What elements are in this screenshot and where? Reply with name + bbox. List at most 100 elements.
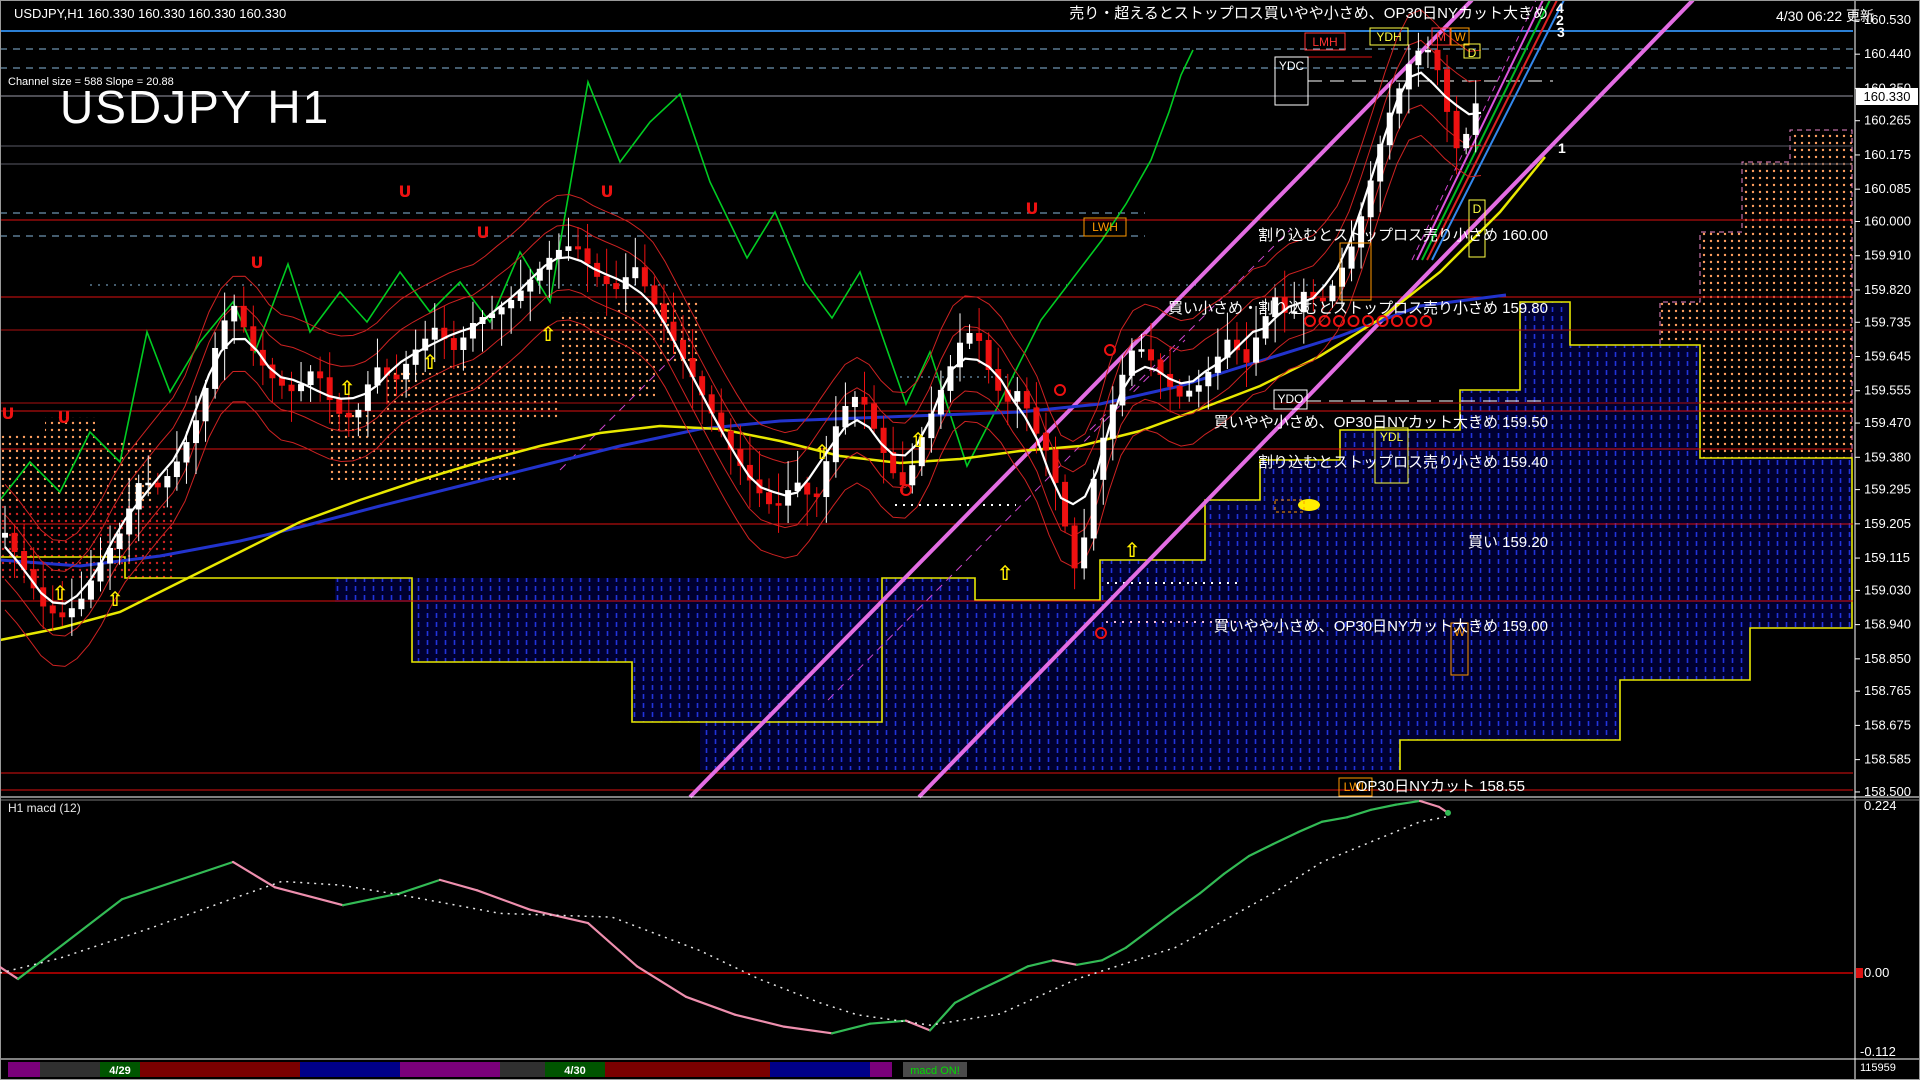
ichimoku-cloud-orange_mid_a — [330, 362, 560, 480]
mt4-chart-window: UUUUUUU⇧⇧⇧⇧⇧⇧⇧⇧⇧LMHYDHMWDYDCLWHYDOYDLDWL… — [0, 0, 1920, 1080]
order-annotation-7: OP30日NYカット 158.55 — [1356, 778, 1525, 795]
macd-line-segment — [1298, 822, 1322, 832]
candle-body — [499, 308, 504, 314]
tag-label-YDO[interactable]: YDO — [1277, 392, 1303, 406]
candle-body — [1416, 51, 1421, 65]
tag-label-D[interactable]: D — [1473, 202, 1482, 216]
candle-body — [604, 276, 609, 283]
candle-body — [308, 372, 313, 385]
axis-tick-label: 160.175 — [1864, 147, 1911, 162]
candle-body — [843, 407, 848, 427]
session-segment[interactable] — [8, 1062, 40, 1077]
yellow-highlight-marker — [1298, 499, 1320, 511]
candle-body — [786, 491, 791, 506]
candle-body — [1024, 392, 1029, 408]
main-chart-canvas[interactable]: UUUUUUU⇧⇧⇧⇧⇧⇧⇧⇧⇧LMHYDHMWDYDCLWHYDOYDLDWL… — [0, 0, 1920, 1080]
last-updated-timestamp: 4/30 06:22 更新 — [1776, 6, 1874, 26]
macd-line-segment — [1151, 911, 1175, 929]
candle-body — [872, 404, 877, 428]
red-circle-marker-icon — [1305, 316, 1315, 326]
candle-body — [1139, 350, 1144, 352]
candle-body — [585, 249, 590, 264]
candle-body — [117, 534, 122, 549]
tag-label-LMH[interactable]: LMH — [1312, 35, 1337, 49]
axis-tick-label: 160.000 — [1864, 213, 1911, 228]
candle-body — [1063, 482, 1068, 526]
tag-label-LWH[interactable]: LWH — [1092, 220, 1118, 234]
candle-body — [318, 372, 323, 378]
axis-tick-label: 159.030 — [1864, 582, 1911, 597]
tag-label-M[interactable]: M — [1436, 30, 1446, 44]
session-segment[interactable] — [40, 1062, 100, 1077]
macd-line-segment — [400, 880, 440, 893]
tag-label-YDH[interactable]: YDH — [1376, 30, 1401, 44]
axis-tick-label: 160.265 — [1864, 113, 1911, 128]
candle-body — [1053, 450, 1058, 482]
candle-body — [1196, 386, 1201, 391]
candle-body — [862, 397, 867, 404]
macd-line-segment — [930, 1003, 955, 1031]
candle-body — [404, 364, 409, 379]
candle-body — [1043, 433, 1048, 450]
axis-tick-label: 159.115 — [1864, 550, 1910, 565]
candle-body — [155, 483, 160, 487]
axis-tick-label: 159.205 — [1864, 516, 1911, 531]
axis-tick-label: 159.555 — [1864, 383, 1911, 398]
candle-body — [833, 427, 838, 462]
candle-body — [576, 247, 581, 249]
macd-line-segment — [440, 880, 477, 890]
candle-body — [289, 385, 294, 390]
session-segment[interactable] — [500, 1062, 545, 1077]
macd-line-segment — [979, 978, 1004, 990]
session-segment[interactable] — [300, 1062, 400, 1077]
candle-body — [1206, 372, 1211, 385]
candle-body — [1435, 50, 1440, 69]
candle-body — [461, 338, 466, 349]
session-segment[interactable] — [770, 1062, 870, 1077]
red-circle-marker-icon — [1421, 316, 1431, 326]
macd-line-segment — [1126, 929, 1151, 948]
macd-line-segment — [588, 923, 637, 966]
axis-tick-label: 159.295 — [1864, 482, 1911, 497]
candle-body — [203, 388, 208, 420]
order-annotation-0: 売り・超えるとストップロス買いやや小さめ、OP30日NYカット大きめ — [1069, 5, 1548, 22]
session-segment[interactable] — [400, 1062, 500, 1077]
candle-body — [814, 494, 819, 497]
macd-line-end-dot — [1445, 810, 1451, 816]
buy-arrow-icon: ⇧ — [910, 428, 927, 452]
macd-line-segment — [1200, 874, 1224, 893]
candle-body — [633, 268, 638, 278]
candle-body — [824, 462, 829, 497]
fan-number-label: 3 — [1557, 24, 1565, 40]
session-segment[interactable] — [140, 1062, 300, 1077]
candle-body — [767, 493, 772, 504]
candle-body — [1330, 286, 1335, 301]
candle-body — [1129, 351, 1134, 375]
candle-body — [12, 533, 17, 551]
session-date-label: 4/29 — [109, 1065, 130, 1077]
candle-body — [1254, 338, 1259, 362]
macd-line-segment — [1347, 810, 1371, 817]
candle-body — [1425, 50, 1430, 52]
macd-line-segment — [1102, 948, 1126, 961]
candle-body — [1349, 247, 1354, 268]
tag-label-YDC[interactable]: YDC — [1279, 59, 1305, 73]
candle-body — [642, 268, 647, 286]
sell-marker-icon: U — [58, 408, 71, 427]
macd-max-label: 0.224 — [1864, 798, 1897, 813]
macd-line-segment — [637, 966, 686, 997]
tag-label-D[interactable]: D — [1468, 46, 1477, 60]
tag-label-W[interactable]: W — [1454, 30, 1466, 44]
macd-line-segment — [1175, 893, 1200, 911]
order-annotation-1: 割り込むとストップロス売り小さめ 160.00 — [1258, 227, 1548, 244]
macd-line-segment — [735, 1015, 784, 1027]
axis-tick-label: 159.735 — [1864, 314, 1911, 329]
session-segment[interactable] — [605, 1062, 770, 1077]
macd-line-segment — [1028, 960, 1053, 966]
session-segment[interactable] — [870, 1062, 892, 1077]
macd-line-segment — [870, 1021, 906, 1024]
tag-label-YDL[interactable]: YDL — [1380, 430, 1404, 444]
timeline-bar[interactable]: 4/294/30macd ON! — [8, 1062, 967, 1077]
candle-body — [451, 339, 456, 350]
ichimoku-cloud-orange_left — [0, 417, 155, 505]
